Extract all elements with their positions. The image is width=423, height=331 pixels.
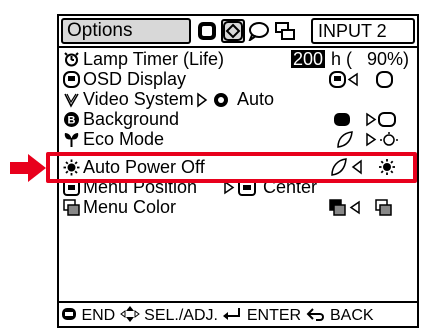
osd-display-label: OSD Display (83, 69, 187, 89)
speech-bubble-tab-icon[interactable] (247, 19, 271, 43)
input-indicator: INPUT 2 (311, 18, 415, 44)
menu-item-eco-mode[interactable]: Eco Mode (59, 129, 417, 149)
menu-item-menu-color[interactable]: Menu Color (59, 197, 417, 217)
menu-item-video-system[interactable]: Video System Auto (59, 89, 417, 109)
lamp-timer-value: 200 (291, 49, 326, 69)
footer-divider (59, 301, 417, 303)
auto-power-off-icon (63, 159, 80, 176)
video-system-selector-icon[interactable] (197, 92, 233, 108)
menu-color-alt-icon[interactable] (375, 199, 395, 216)
footer-end-label: END (81, 307, 116, 324)
menu-position-icon (63, 179, 80, 196)
auto-power-off-selector-icon[interactable] (329, 158, 369, 176)
background-icon: B (64, 112, 79, 127)
menu-color-icon (63, 199, 80, 216)
svg-text:B: B (68, 115, 76, 127)
auto-power-off-status-icon[interactable] (377, 158, 397, 176)
menu-item-menu-position[interactable]: Menu Position Center (59, 177, 417, 197)
osd-on-off-icon[interactable] (329, 71, 365, 88)
options-tab-icon[interactable] (221, 19, 245, 43)
lamp-timer-unit: h ( (331, 49, 353, 69)
picture-tab-icon[interactable] (195, 19, 219, 43)
lamp-life-percent: 90%) (367, 49, 410, 69)
selection-pointer-arrow-icon (10, 154, 46, 182)
eco-mode-label: Eco Mode (83, 129, 165, 149)
footer-back-label: BACK (330, 307, 374, 324)
video-system-label: Video System (83, 89, 194, 109)
menu-title: Options (61, 18, 191, 44)
menu-position-label: Menu Position (83, 177, 198, 197)
eco-mode-icon (64, 133, 79, 147)
menu-position-value: Center (263, 177, 318, 197)
background-solid-icon[interactable] (333, 111, 353, 128)
menu-button-icon (62, 308, 76, 321)
auto-power-off-label: Auto Power Off (83, 157, 205, 177)
options-menu: Options INPUT 2 Lamp Timer (Life) 200 h … (57, 14, 419, 328)
video-system-icon (64, 93, 79, 108)
menu-item-auto-power-off[interactable]: Auto Power Off (59, 157, 417, 177)
menu-item-osd-display[interactable]: OSD Display (59, 69, 417, 89)
back-icon (306, 308, 324, 322)
updown-leftright-icon (119, 306, 140, 323)
menu-item-background[interactable]: B Background (59, 109, 417, 129)
menu-color-label: Menu Color (83, 197, 177, 217)
menu-tab-bar: Options INPUT 2 (59, 16, 417, 46)
tab-divider (59, 46, 417, 48)
osd-off-icon[interactable] (375, 71, 395, 88)
menu-color-selector-icon[interactable] (329, 199, 365, 216)
background-selector-icon[interactable] (365, 111, 399, 128)
lamp-timer-icon (64, 52, 79, 67)
key-guide-footer: END SEL./ADJ. ENTER BACK (61, 305, 417, 327)
background-label: Background (83, 109, 180, 129)
enter-icon (223, 308, 241, 321)
osd-display-icon (63, 71, 80, 88)
menu-position-selector-icon[interactable] (223, 179, 261, 196)
eco-selector-icon[interactable] (365, 131, 401, 148)
menu-item-lamp-timer[interactable]: Lamp Timer (Life) 200 h ( 90%) (59, 49, 417, 69)
menu-item-list: Lamp Timer (Life) 200 h ( 90%) OSD Displ… (59, 49, 417, 217)
video-system-value: Auto (237, 89, 275, 109)
footer-sel-label: SEL./ADJ. (144, 307, 218, 324)
footer-enter-label: ENTER (246, 307, 302, 324)
network-tab-icon[interactable] (273, 19, 297, 43)
eco-leaf-icon[interactable] (335, 131, 355, 148)
lamp-timer-label: Lamp Timer (Life) (83, 49, 225, 69)
